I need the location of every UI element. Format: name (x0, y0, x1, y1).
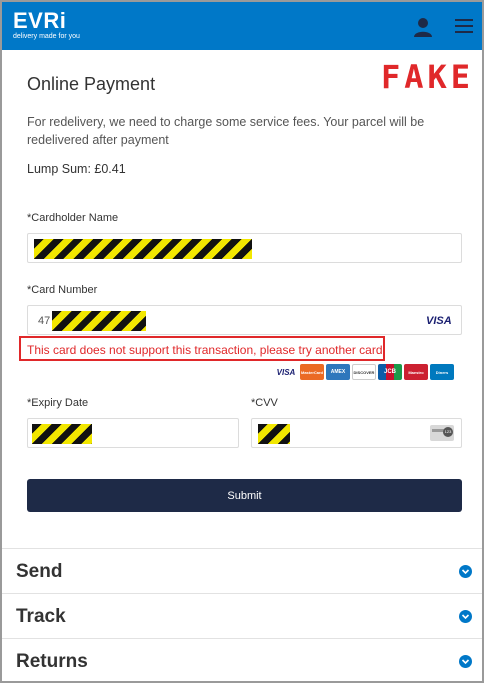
card-error-text: This card does not support this transact… (27, 343, 383, 357)
redaction-stripes (258, 424, 290, 444)
expiry-date-input[interactable] (27, 418, 239, 448)
evri-logo[interactable]: EVRi delivery made for you (13, 10, 80, 41)
cvv-card-icon: 123 (430, 425, 454, 441)
maestro-icon: Maestro (404, 364, 428, 380)
expiry-date-label: *Expiry Date (27, 397, 89, 409)
cardholder-name-input[interactable] (27, 233, 462, 263)
card-number-label: *Card Number (27, 284, 98, 296)
mastercard-icon: MasterCard (300, 364, 324, 380)
jcb-icon: JCB (378, 364, 402, 380)
redaction-stripes (52, 311, 146, 331)
accordion-label: Returns (16, 651, 88, 672)
accepted-cards-row: VISA MasterCard AMEX DISCOVER JCB Maestr… (274, 364, 454, 380)
card-number-input[interactable]: 47 VISA (27, 305, 462, 335)
accordion-returns[interactable]: Returns (2, 638, 482, 681)
accordion-label: Track (16, 606, 66, 627)
submit-button[interactable]: Submit (27, 479, 462, 512)
card-number-prefix: 47 (38, 315, 51, 327)
chevron-down-icon (459, 565, 472, 578)
logo-tagline: delivery made for you (13, 33, 80, 40)
diners-club-icon: Diners (430, 364, 454, 380)
lump-sum-amount: Lump Sum: £0.41 (27, 162, 126, 176)
top-header: EVRi delivery made for you (2, 2, 482, 50)
visa-icon: VISA (274, 364, 298, 380)
accordion-send[interactable]: Send (2, 548, 482, 593)
amex-icon: AMEX (326, 364, 350, 380)
user-icon[interactable] (412, 16, 434, 38)
card-error-message: This card does not support this transact… (19, 336, 385, 361)
chevron-down-icon (459, 655, 472, 668)
page-title: Online Payment (27, 74, 156, 94)
logo-wordmark: EVRi (13, 8, 67, 33)
accordion-label: Send (16, 561, 63, 582)
page-frame: EVRi delivery made for you FAKE Online P… (0, 0, 484, 683)
fake-watermark: FAKE (381, 58, 475, 96)
chevron-down-icon (459, 610, 472, 623)
visa-brand-icon: VISA (426, 315, 452, 327)
page-description: For redelivery, we need to charge some s… (27, 115, 425, 147)
discover-icon: DISCOVER (352, 364, 376, 380)
hamburger-menu-icon[interactable] (454, 17, 474, 35)
cvv-label: *CVV (251, 397, 278, 409)
redaction-stripes (32, 424, 92, 444)
cardholder-name-label: *Cardholder Name (27, 212, 119, 224)
cvv-input[interactable]: 123 (251, 418, 462, 448)
accordion-track[interactable]: Track (2, 593, 482, 638)
redaction-stripes (34, 239, 252, 259)
